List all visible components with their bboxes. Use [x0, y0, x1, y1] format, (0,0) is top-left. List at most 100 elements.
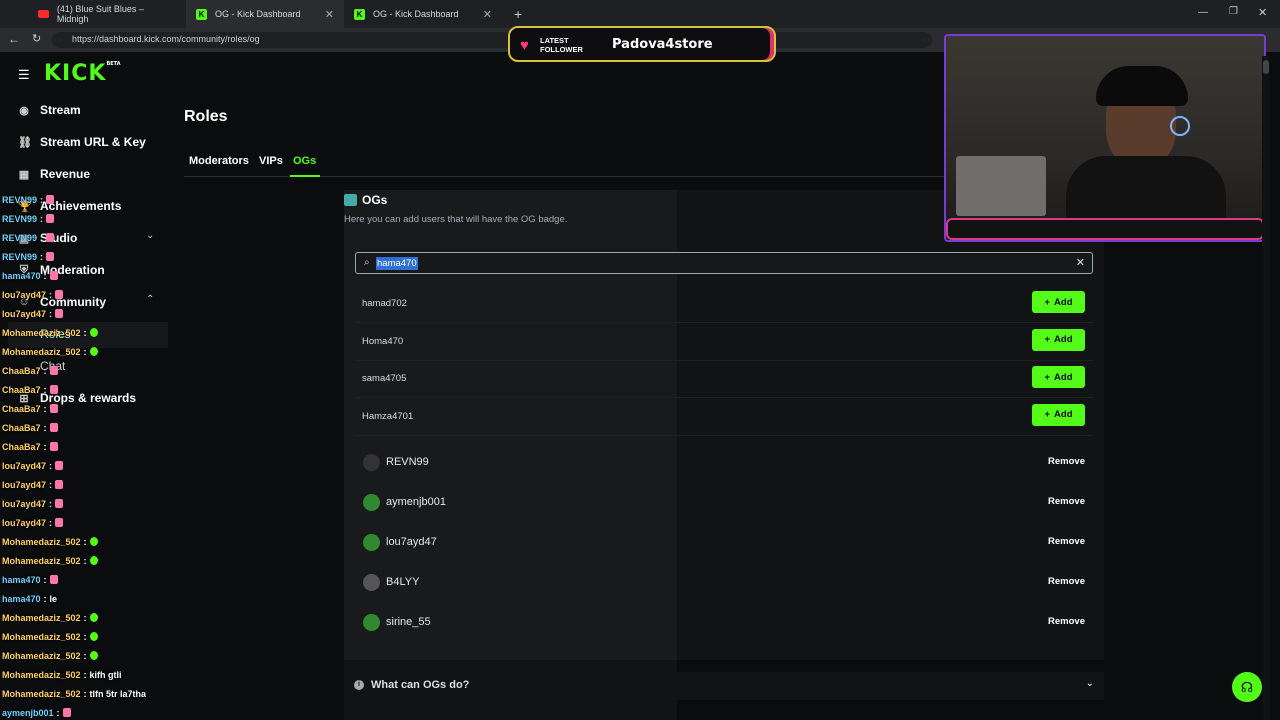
close-window-icon[interactable]: ✕	[1258, 6, 1267, 19]
member-username: B4LYY	[386, 576, 420, 588]
chat-message: ChaaBa7:	[2, 361, 182, 380]
result-username: sama4705	[362, 373, 407, 384]
reload-icon[interactable]: ↻	[32, 32, 41, 45]
avatar	[363, 574, 380, 591]
tab-vips[interactable]: VIPs	[259, 155, 283, 167]
emote-icon	[46, 195, 55, 204]
browser-tab-youtube[interactable]: (41) Blue Suit Blues – Midnigh	[28, 0, 186, 28]
chat-colon: :	[43, 593, 47, 604]
chat-message: Mohamedaziz_502:	[2, 532, 182, 551]
chat-message: ChaaBa7:	[2, 399, 182, 418]
latest-follower-label: LATEST FOLLOWER	[540, 36, 583, 54]
chat-message: REVN99:	[2, 209, 182, 228]
emote-icon	[55, 309, 64, 318]
chat-username: REVN99	[2, 213, 38, 224]
minimize-icon[interactable]: —	[1198, 7, 1208, 18]
chevron-down-icon[interactable]: ⌄	[1086, 678, 1094, 689]
hamburger-menu-icon[interactable]: ☰	[18, 67, 30, 83]
faq-accordion[interactable]: i What can OGs do? ⌄	[344, 672, 1104, 700]
og-member-row: sirine_55 Remove	[355, 603, 1093, 643]
sidebar-item-revenue[interactable]: ▦ Revenue	[18, 167, 90, 181]
avatar	[363, 494, 380, 511]
remove-og-button[interactable]: Remove	[1048, 496, 1085, 507]
chat-username: ChaaBa7	[2, 403, 41, 414]
chat-username: Mohamedaziz_502	[2, 650, 81, 661]
chat-colon: :	[83, 536, 87, 547]
emote-icon	[49, 366, 58, 375]
chat-message: lou7ayd47:	[2, 304, 182, 323]
emote-icon	[55, 461, 64, 470]
emote-icon	[49, 442, 58, 451]
chat-colon: :	[49, 289, 53, 300]
chat-colon: :	[43, 270, 47, 281]
maximize-icon[interactable]: ❐	[1229, 6, 1238, 17]
chat-username: Mohamedaziz_502	[2, 346, 81, 357]
close-tab-icon[interactable]: ✕	[325, 8, 334, 21]
chat-colon: :	[83, 688, 87, 699]
sidebar-item-label: Stream URL & Key	[40, 135, 146, 149]
remove-og-button[interactable]: Remove	[1048, 616, 1085, 627]
chat-message: lou7ayd47:	[2, 285, 182, 304]
search-input[interactable]: hama470	[376, 257, 418, 270]
add-og-button[interactable]: + Add	[1032, 291, 1085, 313]
og-member-row: aymenjb001 Remove	[355, 483, 1093, 523]
emote-icon	[49, 385, 58, 394]
member-username: sirine_55	[386, 616, 431, 628]
help-chat-button[interactable]: ☊	[1232, 672, 1262, 702]
kick-logo[interactable]: KICKBETA	[44, 61, 121, 86]
add-button-label: Add	[1054, 334, 1073, 345]
chat-message: lou7ayd47:	[2, 494, 182, 513]
remove-og-button[interactable]: Remove	[1048, 536, 1085, 547]
chat-colon: :	[83, 669, 87, 680]
add-og-button[interactable]: + Add	[1032, 403, 1085, 426]
page-scrollbar[interactable]	[1262, 56, 1270, 720]
remove-og-button[interactable]: Remove	[1048, 576, 1085, 587]
tab-moderators[interactable]: Moderators	[189, 155, 249, 167]
clear-search-icon[interactable]: ✕	[1076, 256, 1085, 269]
tab-ogs[interactable]: OGs	[293, 155, 316, 167]
active-tab-indicator	[290, 175, 320, 177]
chat-message: aymenjb001:	[2, 703, 182, 720]
sidebar-item-stream-url-key[interactable]: ⛓ Stream URL & Key	[18, 135, 146, 149]
remove-og-button[interactable]: Remove	[1048, 456, 1085, 467]
emote-icon	[89, 537, 98, 546]
chat-colon: :	[40, 213, 44, 224]
emote-icon	[55, 480, 64, 489]
chat-message: ChaaBa7:	[2, 418, 182, 437]
url-field[interactable]: https://dashboard.kick.com/community/rol…	[52, 32, 932, 48]
add-og-button[interactable]: + Add	[1032, 328, 1085, 351]
add-button-label: Add	[1054, 371, 1073, 383]
close-tab-icon[interactable]: ✕	[483, 8, 492, 21]
chat-message: lou7ayd47:	[2, 475, 182, 494]
sidebar-item-stream[interactable]: ◉ Stream	[18, 103, 81, 117]
chat-colon: :	[83, 346, 87, 357]
user-search-box[interactable]: ⌕ hama470 ✕	[355, 252, 1093, 274]
scrollbar-thumb[interactable]	[1263, 60, 1269, 74]
chat-username: Mohamedaziz_502	[2, 688, 81, 699]
chat-username: lou7ayd47	[2, 308, 47, 319]
heart-icon: ♥	[520, 37, 529, 54]
youtube-icon	[38, 10, 49, 18]
new-tab-icon[interactable]: +	[514, 6, 522, 22]
chat-colon: :	[83, 631, 87, 642]
emote-icon	[49, 423, 58, 432]
chat-text: tlfn 5tr la7tha	[89, 688, 147, 699]
chat-message: hama470:	[2, 266, 182, 285]
browser-tab-kick-active[interactable]: K OG - Kick Dashboard ✕	[186, 0, 344, 28]
avatar	[363, 614, 380, 631]
follower-name: Padova4store	[612, 37, 713, 52]
chat-colon: :	[40, 251, 44, 262]
chat-username: REVN99	[2, 251, 38, 262]
browser-tab-kick[interactable]: K OG - Kick Dashboard ✕	[344, 0, 502, 28]
add-og-button[interactable]: + Add	[1032, 366, 1085, 388]
chat-username: Mohamedaziz_502	[2, 669, 81, 680]
browser-tab-bar: (41) Blue Suit Blues – Midnigh K OG - Ki…	[0, 0, 1280, 28]
back-icon[interactable]: ←	[8, 32, 20, 46]
chat-colon: :	[49, 460, 53, 471]
info-icon: i	[354, 680, 364, 690]
member-username: REVN99	[386, 456, 429, 468]
og-badge-icon	[344, 194, 357, 206]
emote-icon	[49, 271, 58, 280]
chat-username: Mohamedaziz_502	[2, 327, 81, 338]
chat-colon: :	[40, 194, 44, 205]
